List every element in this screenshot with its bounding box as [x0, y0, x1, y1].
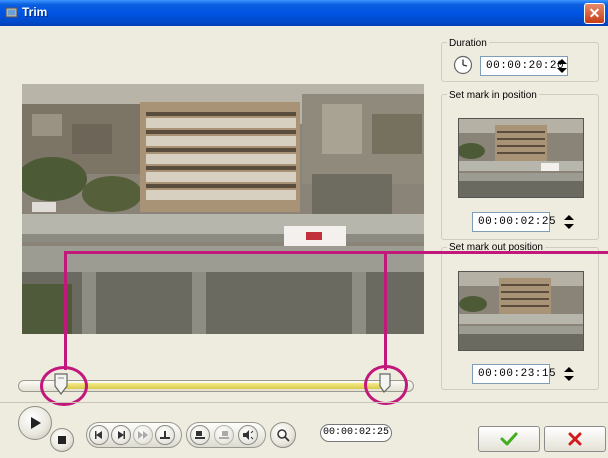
toolbar-divider [0, 402, 608, 403]
title-bar[interactable]: Trim ✕ [0, 0, 608, 26]
mark-out-callout-line [384, 252, 387, 370]
window-title: Trim [22, 5, 48, 19]
zoom-button[interactable] [270, 422, 296, 448]
x-icon [568, 432, 582, 446]
mark-in-field[interactable]: 00:00:02:25 [472, 212, 556, 232]
checkmark-icon [500, 432, 518, 446]
set-out-icon [219, 431, 229, 439]
mark-in-highlight [40, 366, 88, 406]
set-in-button[interactable] [190, 425, 210, 445]
trim-selected-range [60, 383, 386, 389]
mark-out-frame-image [459, 272, 583, 350]
set-in-icon [195, 431, 205, 439]
stop-button[interactable] [50, 428, 74, 452]
mark-in-callout-line [64, 252, 67, 370]
fast-forward-icon [138, 431, 148, 439]
mark-in-frame-image [459, 119, 583, 197]
stop-icon [58, 436, 66, 444]
next-frame-button[interactable] [111, 425, 131, 445]
mark-in-thumbnail [458, 118, 584, 198]
previous-frame-button[interactable] [89, 425, 109, 445]
mark-in-label: Set mark in position [447, 90, 539, 101]
previous-frame-icon [95, 431, 102, 439]
video-preview [22, 84, 424, 334]
mark-out-spinner-icon[interactable] [562, 365, 576, 383]
next-frame-icon [118, 431, 125, 439]
speaker-icon [243, 430, 254, 440]
mute-button[interactable] [238, 425, 258, 445]
callout-horizontal-line [64, 251, 608, 254]
set-out-button[interactable] [214, 425, 234, 445]
mark-in-spinner-icon[interactable] [562, 213, 576, 231]
play-icon [31, 417, 41, 429]
cancel-button[interactable] [544, 426, 606, 452]
fast-forward-button[interactable] [133, 425, 153, 445]
magnifier-icon [277, 429, 290, 442]
duration-label: Duration [447, 38, 489, 49]
mark-in-button[interactable] [155, 425, 175, 445]
mark-out-thumbnail [458, 271, 584, 351]
trim-dialog: Trim ✕ Duration 00:00:20:20 Set mark in … [0, 0, 608, 458]
clock-icon [453, 55, 473, 75]
playback-position: 00:00:02:25 [320, 424, 392, 442]
mark-in-icon [160, 431, 170, 439]
ok-button[interactable] [478, 426, 540, 452]
close-button[interactable]: ✕ [584, 3, 605, 24]
mark-out-field[interactable]: 00:00:23:15 [472, 364, 556, 384]
film-icon [5, 7, 18, 18]
duration-spinner-icon[interactable] [555, 57, 569, 75]
play-button[interactable] [18, 406, 52, 440]
preview-frame-image [22, 84, 424, 334]
mark-out-highlight [364, 365, 408, 405]
